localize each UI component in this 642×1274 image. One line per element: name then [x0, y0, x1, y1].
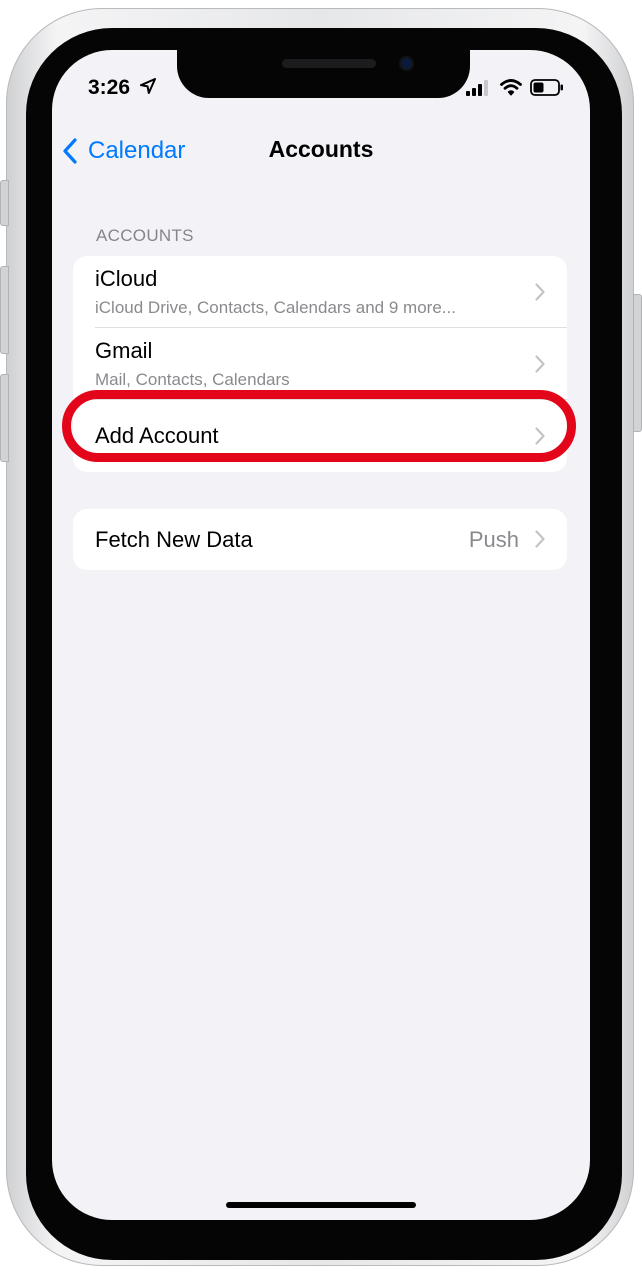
chevron-right-icon: [535, 283, 545, 301]
chevron-right-icon: [535, 427, 545, 445]
home-indicator[interactable]: [226, 1202, 416, 1208]
status-time: 3:26: [88, 76, 131, 99]
volume-up-button: [0, 266, 9, 354]
earpiece-speaker: [282, 59, 376, 68]
account-row-icloud[interactable]: iCloud iCloud Drive, Contacts, Calendars…: [73, 256, 567, 328]
fetch-new-data-label: Fetch New Data: [95, 527, 253, 552]
notch: [177, 50, 470, 98]
fetch-settings-list: Fetch New Data Push: [73, 509, 567, 570]
fetch-new-data-value: Push: [468, 527, 519, 552]
account-row-gmail[interactable]: Gmail Mail, Contacts, Calendars: [73, 328, 567, 400]
silent-switch: [0, 180, 9, 226]
power-button: [633, 294, 642, 432]
account-title: Gmail: [95, 338, 153, 363]
chevron-right-icon: [535, 355, 545, 373]
wifi-icon: [500, 79, 522, 96]
account-subtitle: Mail, Contacts, Calendars: [95, 370, 290, 389]
accounts-list: iCloud iCloud Drive, Contacts, Calendars…: [73, 256, 567, 472]
battery-icon: [530, 79, 563, 96]
front-camera: [401, 58, 412, 69]
add-account-label: Add Account: [95, 423, 219, 448]
signal-icon: [466, 80, 488, 96]
screen: 3:26 Calendar Accounts ACCOUNTS iCloud i…: [52, 50, 590, 1220]
chevron-right-icon: [535, 530, 545, 548]
page-title: Accounts: [268, 136, 374, 162]
location-icon: [140, 78, 156, 94]
volume-down-button: [0, 374, 9, 462]
section-header-accounts: ACCOUNTS: [96, 226, 194, 245]
account-subtitle: iCloud Drive, Contacts, Calendars and 9 …: [95, 298, 456, 317]
fetch-new-data-row[interactable]: Fetch New Data Push: [73, 509, 567, 570]
account-title: iCloud: [95, 266, 158, 291]
add-account-row[interactable]: Add Account: [73, 400, 567, 472]
